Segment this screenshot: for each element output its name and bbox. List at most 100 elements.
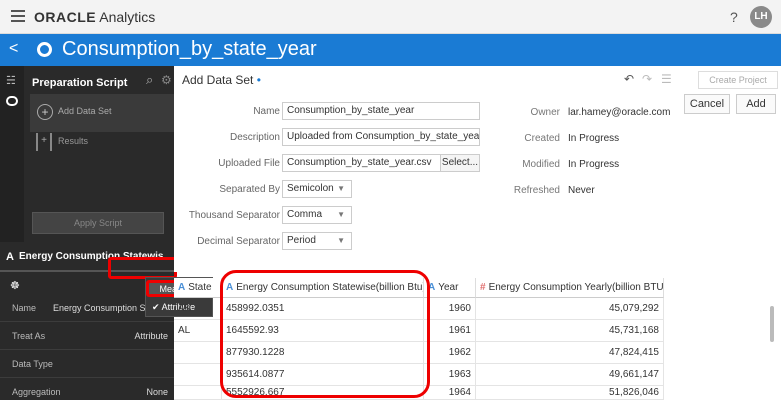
column-header-label: State — [188, 282, 212, 293]
brand-oracle: ORACLE — [34, 9, 97, 25]
redo-icon[interactable]: ↷ — [642, 72, 652, 86]
column-header-energy-yearly[interactable]: # Energy Consumption Yearly(billion BTU) — [476, 278, 664, 298]
name-field[interactable]: Consumption_by_state_year — [282, 102, 480, 120]
name-label: Name — [253, 106, 280, 117]
created-value: In Progress — [568, 133, 620, 144]
table-cell[interactable]: 49,661,147 — [476, 364, 664, 386]
table-cell[interactable]: 51,826,046 — [476, 386, 664, 400]
attribute-type-icon: A — [178, 282, 186, 293]
unsaved-dot: • — [256, 73, 261, 87]
owner-value: lar.hamey@oracle.com — [568, 107, 671, 118]
table-cell[interactable]: 45,079,292 — [476, 298, 664, 320]
column-header-state[interactable]: A State — [174, 278, 222, 298]
dataset-titlebar: < Consumption_by_state_year — [0, 34, 781, 66]
property-row-treat-as: Treat As Attribute — [0, 322, 174, 350]
main-header: Add Data Set • ↶ ↷ ☰ Create Project — [174, 66, 781, 94]
highlight-box-treat-as — [108, 257, 177, 279]
table-cell[interactable]: 1962 — [424, 342, 476, 364]
thousand-separator-label: Thousand Separator — [188, 210, 280, 221]
created-label: Created — [524, 133, 560, 144]
chevron-down-icon: ▼ — [337, 236, 345, 245]
table-cell[interactable]: 45,731,168 — [476, 320, 664, 342]
decimal-separator-value: Period — [287, 235, 316, 246]
gear-icon[interactable]: ⚙ — [161, 73, 172, 87]
thousand-separator-select[interactable]: Comma ▼ — [282, 206, 352, 224]
select-file-button[interactable]: Select... — [440, 154, 480, 172]
step-label: Results — [58, 136, 89, 146]
brand-suffix: Analytics — [99, 9, 156, 25]
section-title-text: Add Data Set — [182, 73, 254, 87]
refreshed-label: Refreshed — [513, 185, 560, 196]
save-icon[interactable]: ☰ — [661, 72, 672, 86]
property-key: Name — [12, 303, 37, 313]
decimal-separator-select[interactable]: Period ▼ — [282, 232, 352, 250]
property-key: Treat As — [12, 331, 46, 341]
thousand-separator-value: Comma — [287, 209, 323, 220]
menu-icon[interactable] — [11, 10, 25, 22]
dataset-icon — [37, 42, 52, 57]
property-key: Aggregation — [12, 387, 61, 397]
modified-value: In Progress — [568, 159, 620, 170]
vertical-scrollbar[interactable] — [770, 306, 774, 342]
preparation-sidebar: ☵ Preparation Script ⌕ ⚙ + Add Data Set … — [0, 66, 174, 400]
back-button[interactable]: < — [9, 40, 18, 58]
properties-icon[interactable]: ☸ — [10, 279, 20, 292]
share-icon[interactable]: ☵ — [6, 74, 18, 87]
property-key: Data Type — [12, 359, 53, 369]
add-button[interactable]: Add — [736, 94, 776, 114]
measure-type-icon: # — [480, 282, 486, 293]
chevron-down-icon: ▼ — [337, 210, 345, 219]
property-value[interactable]: None — [146, 387, 168, 397]
app-header: ORACLE Analytics ? LH — [0, 0, 781, 34]
add-circle-icon: + — [37, 104, 53, 120]
step-label: Add Data Set — [58, 106, 112, 116]
description-label: Description — [229, 132, 280, 143]
highlight-box-energy-column — [220, 270, 430, 398]
table-cell[interactable] — [174, 386, 222, 400]
results-icon: + — [36, 133, 52, 151]
table-cell[interactable]: 47,824,415 — [476, 342, 664, 364]
decimal-separator-label: Decimal Separator — [197, 236, 280, 247]
attribute-type-icon: A — [6, 251, 14, 263]
link-icon[interactable] — [6, 96, 18, 106]
undo-icon[interactable]: ↶ — [624, 72, 634, 86]
column-header-label: Year — [438, 282, 459, 293]
separated-by-select[interactable]: Semicolon ▼ — [282, 180, 352, 198]
user-avatar[interactable]: LH — [750, 6, 772, 28]
apply-script-button[interactable]: Apply Script — [32, 212, 164, 234]
separated-by-value: Semicolon — [287, 183, 334, 194]
uploaded-file-field[interactable]: Consumption_by_state_year.csv — [282, 154, 442, 172]
column-header-year[interactable]: A Year — [424, 278, 476, 298]
table-cell[interactable]: 1963 — [424, 364, 476, 386]
table-cell[interactable]: 1964 — [424, 386, 476, 400]
table-cell[interactable]: AL — [174, 320, 222, 342]
search-icon[interactable]: ⌕ — [146, 72, 153, 88]
property-row-aggregation: Aggregation None — [0, 378, 174, 400]
column-header-label: Energy Consumption Yearly(billion BTU) — [488, 282, 664, 293]
separated-by-label: Separated By — [219, 184, 280, 195]
preparation-script-title: Preparation Script — [32, 77, 128, 89]
refreshed-value: Never — [568, 185, 595, 196]
sidebar-rail: ☵ — [0, 66, 24, 242]
table-cell[interactable]: 1961 — [424, 320, 476, 342]
create-project-button[interactable]: Create Project — [698, 71, 778, 89]
page-title: Consumption_by_state_year — [62, 38, 317, 60]
modified-label: Modified — [522, 159, 560, 170]
property-row-data-type: Data Type — [0, 350, 174, 378]
cancel-button[interactable]: Cancel — [684, 94, 730, 114]
description-field[interactable]: Uploaded from Consumption_by_state_year.… — [282, 128, 480, 146]
treat-as-select[interactable]: Attribute — [134, 331, 168, 341]
section-title: Add Data Set • — [182, 73, 261, 87]
table-cell[interactable] — [174, 364, 222, 386]
chevron-down-icon: ▼ — [337, 184, 345, 193]
table-cell[interactable]: AK — [174, 298, 222, 320]
uploaded-file-label: Uploaded File — [218, 158, 280, 169]
dataset-form: Name Consumption_by_state_year Descripti… — [174, 94, 781, 272]
table-cell[interactable]: 1960 — [424, 298, 476, 320]
step-add-data-set[interactable]: + Add Data Set — [30, 94, 174, 132]
owner-label: Owner — [530, 107, 560, 118]
help-icon[interactable]: ? — [730, 9, 738, 25]
check-icon: ✔ — [152, 302, 160, 312]
table-cell[interactable] — [174, 342, 222, 364]
app-brand: ORACLE Analytics — [34, 9, 155, 25]
